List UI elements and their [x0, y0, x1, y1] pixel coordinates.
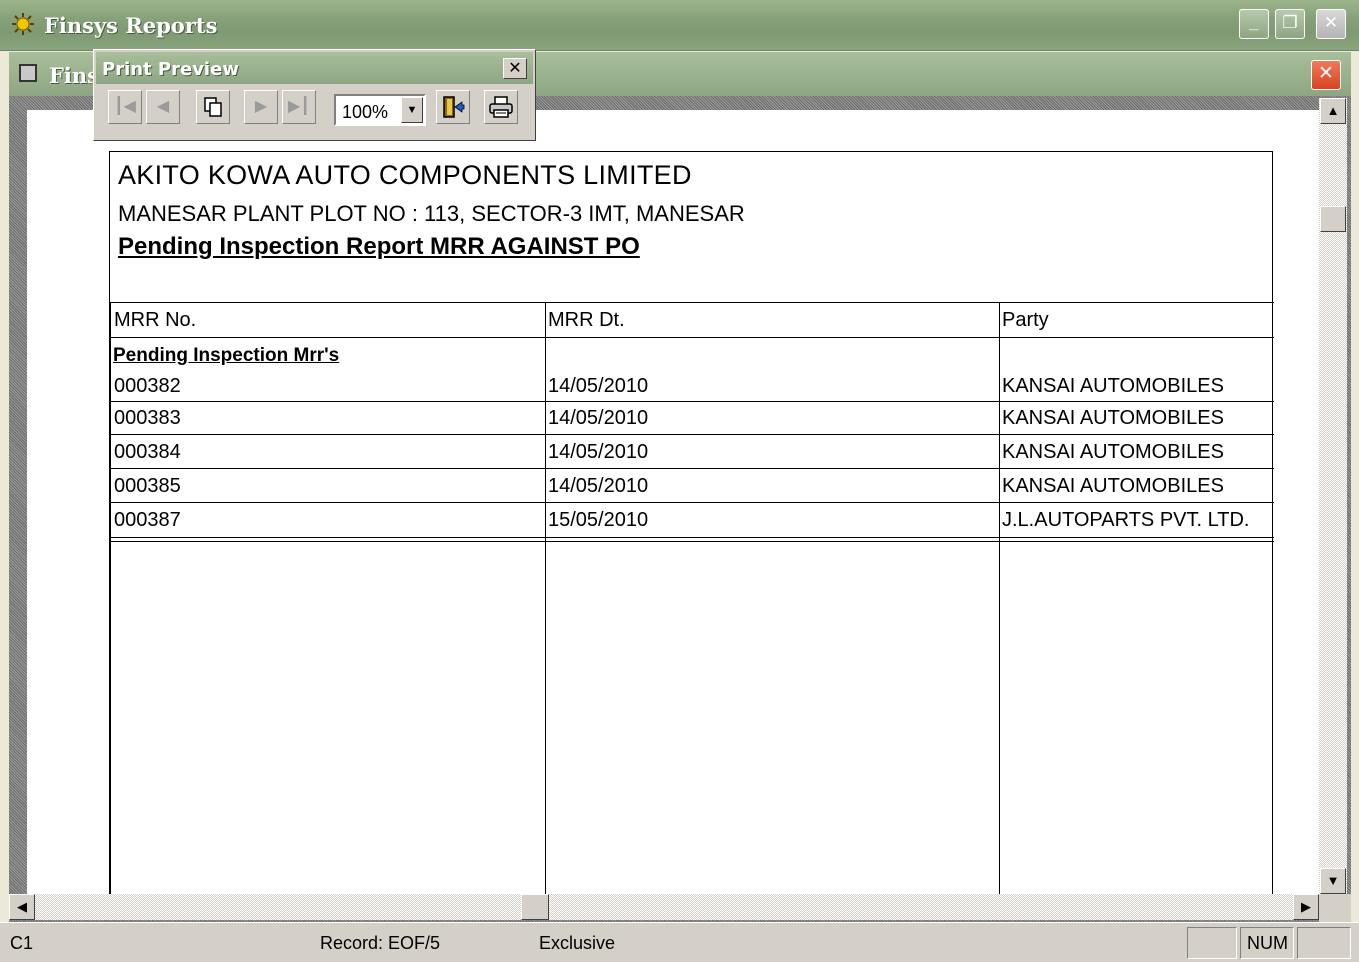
table-cell: KANSAI AUTOMOBILES: [1002, 375, 1224, 397]
row-rule: [110, 401, 1274, 402]
scroll-right-button[interactable]: ▶: [1293, 894, 1319, 920]
print-preview-title-bar[interactable]: Print Preview ✕: [96, 52, 533, 84]
report-child-window: Fins ✕ AKITO KOWA AUTO COMPONENTS LIMITE…: [9, 52, 1351, 922]
status-field: C1: [10, 933, 34, 953]
close-icon: ✕: [1323, 13, 1339, 32]
next-page-button[interactable]: ▶: [244, 90, 278, 124]
column-header-party: Party: [1002, 309, 1049, 331]
report-page: AKITO KOWA AUTO COMPONENTS LIMITED MANES…: [109, 151, 1274, 902]
table-cell: 000385: [114, 475, 181, 497]
print-preview-title: Print Preview: [102, 59, 239, 80]
table-cell: 000382: [114, 375, 181, 397]
section-label: Pending Inspection Mrr's: [113, 345, 340, 366]
column-header-mrr-dt: MRR Dt.: [548, 309, 625, 331]
minimize-button[interactable]: _: [1239, 9, 1269, 39]
exit-door-icon: [443, 96, 465, 118]
last-page-button[interactable]: ▶┃: [282, 90, 316, 124]
app-title-bar[interactable]: Finsys Reports _ ❐ ✕: [0, 0, 1359, 51]
horizontal-scroll-thumb[interactable]: [521, 894, 549, 920]
pages-icon: [204, 97, 222, 117]
vertical-scroll-thumb[interactable]: [1320, 206, 1346, 232]
status-record: Record: EOF/5: [320, 933, 441, 953]
row-rule: [110, 434, 1274, 435]
status-num-lock: NUM: [1240, 927, 1294, 959]
next-page-icon: ▶: [254, 98, 268, 115]
detail-end-rule: [110, 541, 1274, 542]
scroll-up-button[interactable]: ▲: [1320, 98, 1346, 124]
restore-icon: ❐: [1282, 13, 1298, 32]
company-name: AKITO KOWA AUTO COMPONENTS LIMITED: [118, 160, 692, 190]
table-cell: 14/05/2010: [548, 441, 649, 463]
close-icon: ✕: [1318, 63, 1334, 84]
horizontal-scrollbar[interactable]: ◀ ▶: [9, 894, 1319, 920]
column-header-mrr-no: MRR No.: [114, 309, 197, 331]
zoom-select[interactable]: 100% ▼: [334, 94, 426, 126]
minimize-icon: _: [1249, 13, 1259, 32]
table-cell: 000387: [114, 509, 181, 531]
report-window-icon: [19, 64, 37, 82]
chevron-down-icon: ▼: [406, 104, 418, 116]
size-grip[interactable]: [1319, 894, 1351, 922]
column-divider: [999, 302, 1000, 902]
select-page-button[interactable]: [196, 90, 230, 124]
company-address: MANESAR PLANT PLOT NO : 113, SECTOR-3 IM…: [118, 201, 745, 226]
zoom-value: 100%: [342, 102, 389, 122]
row-rule: [110, 468, 1274, 469]
restore-button[interactable]: ❐: [1275, 9, 1305, 39]
detail-end-rule: [110, 537, 1274, 538]
previous-page-icon: ◀: [156, 98, 170, 115]
column-divider: [110, 302, 111, 902]
table-cell: J.L.AUTOPARTS PVT. LTD.: [1002, 509, 1250, 531]
window-title: Finsys Reports: [44, 13, 218, 38]
table-cell: KANSAI AUTOMOBILES: [1002, 441, 1224, 463]
first-page-button[interactable]: ┃◀: [108, 90, 142, 124]
print-preview-close-button[interactable]: ✕: [503, 58, 527, 79]
table-cell: KANSAI AUTOMOBILES: [1002, 407, 1224, 429]
printer-icon: [489, 96, 513, 118]
vertical-scrollbar[interactable]: ▲ ▼: [1319, 98, 1347, 894]
child-close-button[interactable]: ✕: [1311, 60, 1341, 90]
scroll-down-button[interactable]: ▼: [1320, 868, 1346, 894]
status-bar: C1 Record: EOF/5 Exclusive NUM: [0, 922, 1359, 962]
header-bottom-rule: [110, 337, 1274, 338]
status-mode: Exclusive: [539, 933, 616, 953]
table-cell: 000384: [114, 441, 181, 463]
report-title: Pending Inspection Report MRR AGAINST PO: [118, 233, 640, 260]
last-page-icon: ▶┃: [288, 98, 310, 115]
arrow-left-icon: ◀: [17, 899, 27, 914]
zoom-dropdown-button[interactable]: ▼: [401, 97, 423, 123]
arrow-up-icon: ▲: [1326, 103, 1340, 118]
header-top-rule: [110, 302, 1274, 303]
column-divider: [545, 302, 546, 902]
status-panel-empty: [1297, 927, 1351, 959]
scroll-left-button[interactable]: ◀: [9, 894, 35, 920]
child-window-title: Fins: [49, 63, 99, 88]
arrow-right-icon: ▶: [1301, 899, 1311, 914]
preview-canvas[interactable]: AKITO KOWA AUTO COMPONENTS LIMITED MANES…: [27, 110, 1319, 902]
status-panel-empty: [1187, 927, 1237, 959]
close-preview-button[interactable]: [436, 90, 470, 124]
first-page-icon: ┃◀: [114, 98, 136, 115]
row-rule: [110, 502, 1274, 503]
table-cell: 14/05/2010: [548, 407, 649, 429]
close-icon: ✕: [508, 60, 522, 77]
table-cell: 14/05/2010: [548, 375, 649, 397]
table-cell: KANSAI AUTOMOBILES: [1002, 475, 1224, 497]
print-button[interactable]: [484, 90, 518, 124]
table-cell: 000383: [114, 407, 181, 429]
table-cell: 15/05/2010: [548, 509, 649, 531]
print-preview-toolbar[interactable]: Print Preview ✕ ┃◀ ◀ ▶ ▶┃ 100% ▼: [93, 49, 536, 141]
close-button[interactable]: ✕: [1316, 9, 1346, 39]
sun-icon: [12, 13, 34, 35]
arrow-down-icon: ▼: [1326, 873, 1340, 888]
table-cell: 14/05/2010: [548, 475, 649, 497]
previous-page-button[interactable]: ◀: [146, 90, 180, 124]
